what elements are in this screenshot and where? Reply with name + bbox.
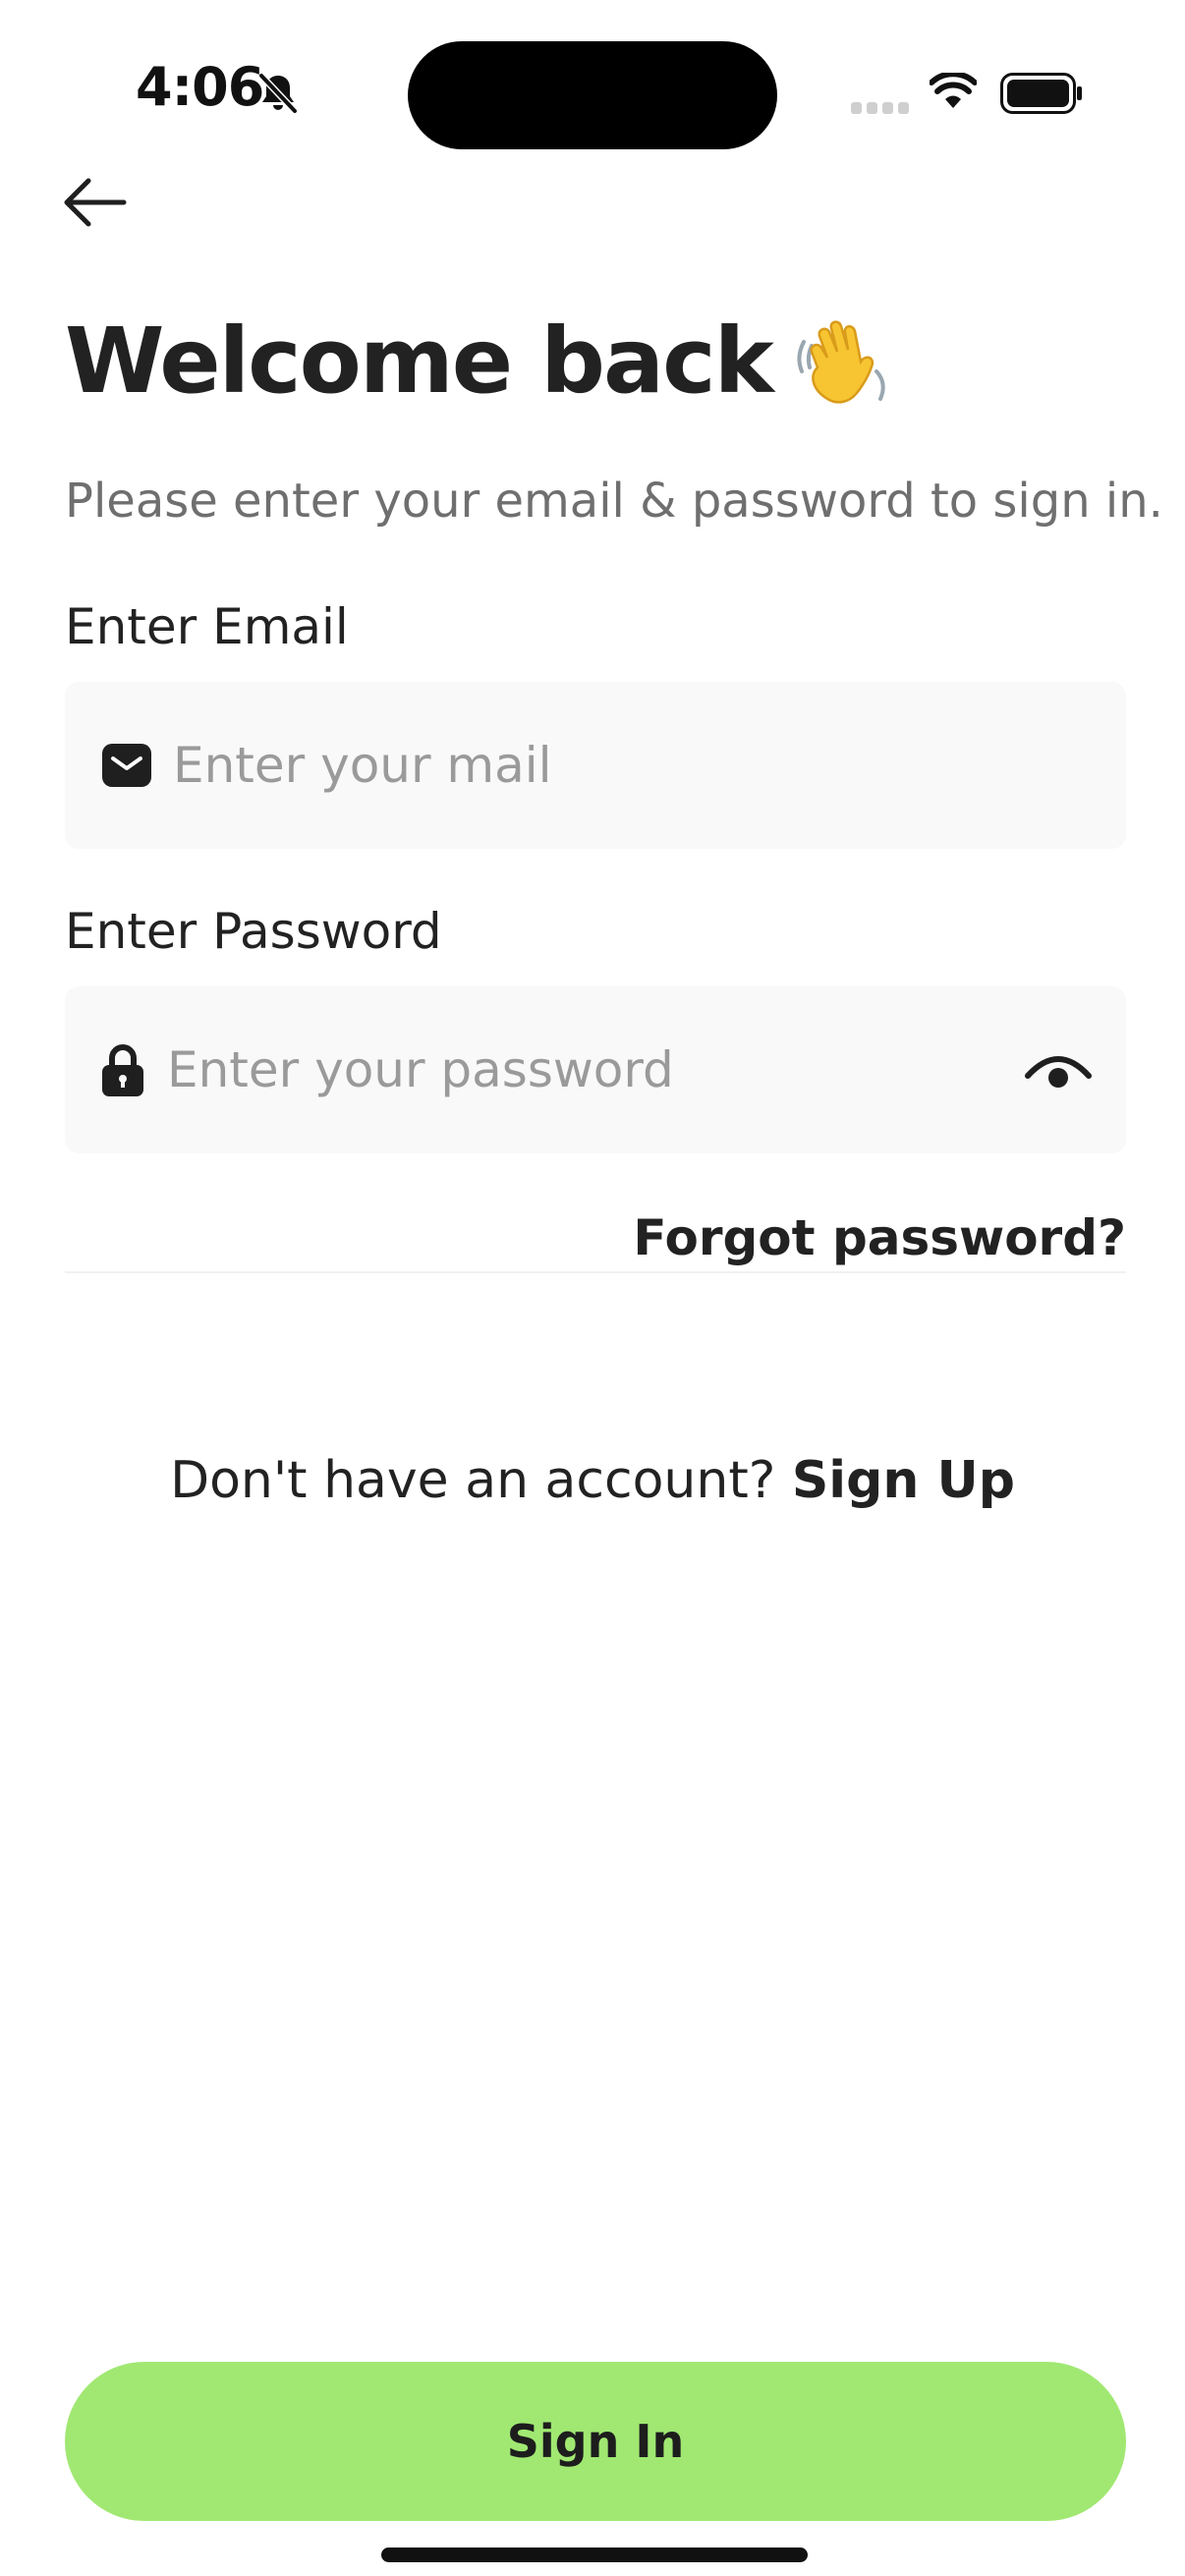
subtitle: Please enter your email & password to si… [65,474,1163,529]
bell-slash-icon [258,73,298,114]
lock-icon [102,1044,143,1096]
waving-hand-icon [797,320,885,404]
password-input[interactable] [167,986,1012,1153]
dynamic-island [408,41,777,149]
password-label: Enter Password [65,903,442,960]
page-title: Welcome back [65,308,774,414]
email-field-container[interactable] [65,682,1126,849]
divider [65,1271,1126,1273]
wifi-icon [930,73,977,108]
email-input[interactable] [173,682,1018,849]
title-row: Welcome back [65,312,892,411]
password-field-container[interactable] [65,986,1126,1153]
sign-in-button[interactable]: Sign In [65,2362,1126,2521]
cellular-signal-icon [851,102,909,114]
envelope-icon [102,744,151,787]
eye-icon[interactable] [1024,1048,1093,1092]
email-label: Enter Email [65,598,349,655]
sign-up-link[interactable]: Sign Up [792,1451,1015,1510]
forgot-password-link[interactable]: Forgot password? [633,1208,1126,1267]
back-arrow-icon[interactable] [59,175,130,230]
signup-prompt-text: Don't have an account? [170,1451,792,1510]
home-indicator[interactable] [381,2548,808,2562]
status-time: 4:06 [136,56,264,118]
signup-prompt: Don't have an account? Sign Up [0,1450,1185,1511]
battery-icon [1000,73,1082,114]
